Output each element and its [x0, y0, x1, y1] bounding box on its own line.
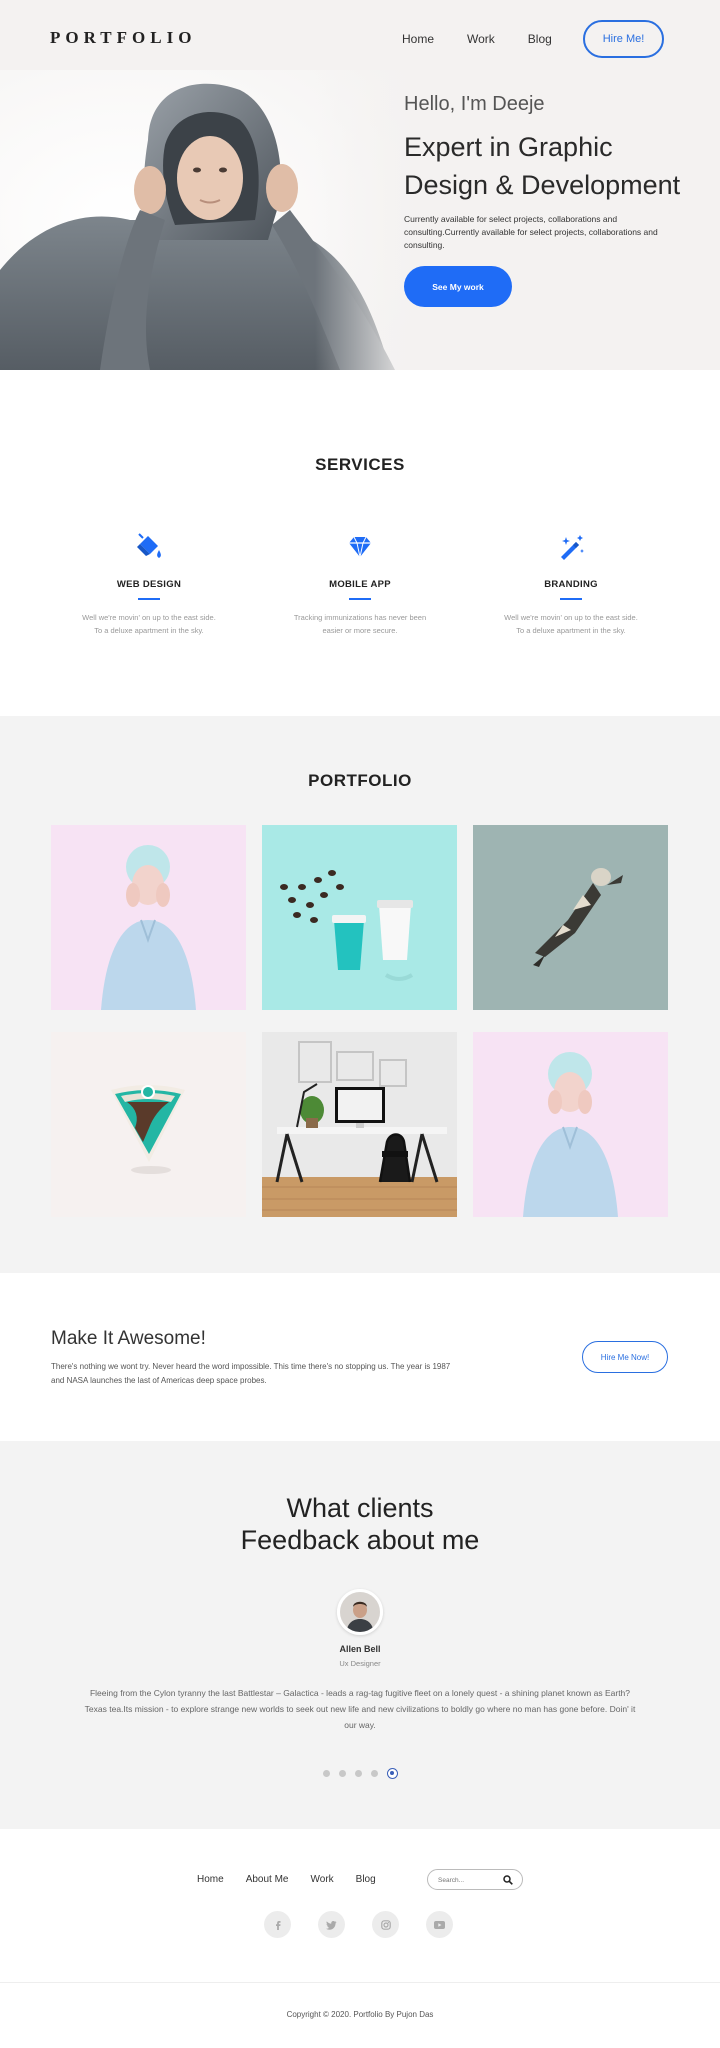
service-title: WEB DESIGN	[116, 579, 182, 590]
portfolio-title: PORTFOLIO	[308, 771, 412, 790]
copyright-text: Copyright © 2020. Portfolio By Pujon Das	[286, 2010, 434, 2019]
portfolio-item[interactable]	[473, 825, 668, 1010]
cta-section: Make It Awesome! There's nothing we wont…	[0, 1273, 720, 1441]
nav-work[interactable]: Work	[467, 30, 495, 48]
nav-home[interactable]: Home	[402, 30, 434, 48]
testimonials-title-line2: Feedback about me	[240, 1525, 480, 1555]
instagram-icon	[380, 1919, 391, 1930]
footer-nav: Home About Me Work Blog	[197, 1873, 398, 1887]
service-divider	[349, 598, 371, 600]
carousel-dot[interactable]	[323, 1770, 330, 1777]
footer-nav-home[interactable]: Home	[197, 1873, 224, 1887]
service-web-design: WEB DESIGN Well we're movin' on up to th…	[79, 532, 219, 637]
youtube-link[interactable]	[426, 1911, 453, 1938]
services-section: SERVICES WEB DESIGN Well we're movin' on…	[0, 370, 720, 716]
portfolio-image	[51, 825, 246, 1010]
cta-description: There's nothing we wont try. Never heard…	[51, 1362, 451, 1385]
carousel-dots	[323, 1768, 398, 1779]
portfolio-image	[473, 1032, 668, 1217]
portfolio-item[interactable]	[473, 1032, 668, 1217]
service-divider	[560, 598, 582, 600]
service-description: Well we're movin' on up to the east side…	[82, 613, 216, 635]
paint-bucket-icon	[137, 533, 161, 558]
service-title: BRANDING	[544, 579, 598, 590]
portfolio-image	[51, 1032, 246, 1217]
footer-search	[427, 1869, 523, 1890]
portfolio-item[interactable]	[51, 1032, 246, 1217]
service-mobile-app: MOBILE APP Tracking immunizations has ne…	[290, 532, 430, 637]
portfolio-item[interactable]	[262, 1032, 457, 1217]
magic-wand-icon	[561, 535, 584, 560]
carousel-dot[interactable]	[355, 1770, 362, 1777]
client-name: Allen Bell	[339, 1644, 381, 1654]
facebook-icon	[275, 1920, 280, 1930]
footer-nav-blog[interactable]: Blog	[356, 1873, 376, 1887]
search-input[interactable]	[438, 1873, 502, 1887]
carousel-dot[interactable]	[371, 1770, 378, 1777]
hire-me-now-button[interactable]: Hire Me Now!	[582, 1341, 668, 1373]
hire-me-button[interactable]: Hire Me!	[583, 20, 664, 58]
service-description: Well we're movin' on up to the east side…	[504, 613, 638, 635]
client-photo	[340, 1592, 380, 1632]
main-nav: Home Work Blog	[402, 30, 585, 48]
service-divider	[138, 598, 160, 600]
hero-section: PORTFOLIO Home Work Blog Hire Me! Hello,…	[0, 0, 720, 370]
portfolio-image	[473, 825, 668, 1010]
carousel-dot[interactable]	[339, 1770, 346, 1777]
site-logo[interactable]: PORTFOLIO	[50, 28, 196, 48]
social-links	[264, 1911, 453, 1938]
youtube-icon	[434, 1920, 445, 1929]
testimonials-section: What clients Feedback about me Allen Bel…	[0, 1441, 720, 1829]
nav-blog[interactable]: Blog	[528, 30, 552, 48]
carousel-dot-active[interactable]	[387, 1768, 398, 1779]
twitter-link[interactable]	[318, 1911, 345, 1938]
portfolio-item[interactable]	[262, 825, 457, 1010]
hero-portrait-image	[0, 70, 420, 370]
footer-divider	[0, 1982, 720, 1983]
service-title: MOBILE APP	[329, 579, 391, 590]
client-role: Ux Designer	[339, 1659, 381, 1668]
cta-title: Make It Awesome!	[51, 1328, 206, 1349]
footer-nav-work[interactable]: Work	[311, 1873, 334, 1887]
testimonial-quote: Fleeing from the Cylon tyranny the last …	[84, 1688, 636, 1730]
see-my-work-button[interactable]: See My work	[404, 266, 512, 307]
footer-nav-about[interactable]: About Me	[246, 1873, 289, 1887]
service-branding: BRANDING Well we're movin' on up to the …	[501, 532, 641, 637]
portfolio-image	[262, 1032, 457, 1217]
hero-description: Currently available for select projects,…	[404, 214, 658, 250]
portfolio-item[interactable]	[51, 825, 246, 1010]
hero-greeting: Hello, I'm Deeje	[404, 93, 545, 115]
portfolio-image	[262, 825, 457, 1010]
twitter-icon	[326, 1920, 337, 1930]
instagram-link[interactable]	[372, 1911, 399, 1938]
hero-headline: Expert in Graphic Design & Development	[404, 132, 681, 200]
services-title: SERVICES	[315, 455, 405, 474]
footer: Home About Me Work Blog Search... Copyri…	[0, 1829, 720, 2048]
diamond-icon	[349, 536, 371, 558]
testimonials-title-line1: What clients	[286, 1493, 434, 1523]
testimonials-title: What clients Feedback about me	[0, 1492, 720, 1556]
facebook-link[interactable]	[264, 1911, 291, 1938]
portfolio-section: PORTFOLIO	[0, 716, 720, 1273]
avatar	[337, 1589, 383, 1635]
service-description: Tracking immunizations has never been ea…	[293, 613, 427, 635]
search-icon[interactable]	[503, 1875, 513, 1885]
